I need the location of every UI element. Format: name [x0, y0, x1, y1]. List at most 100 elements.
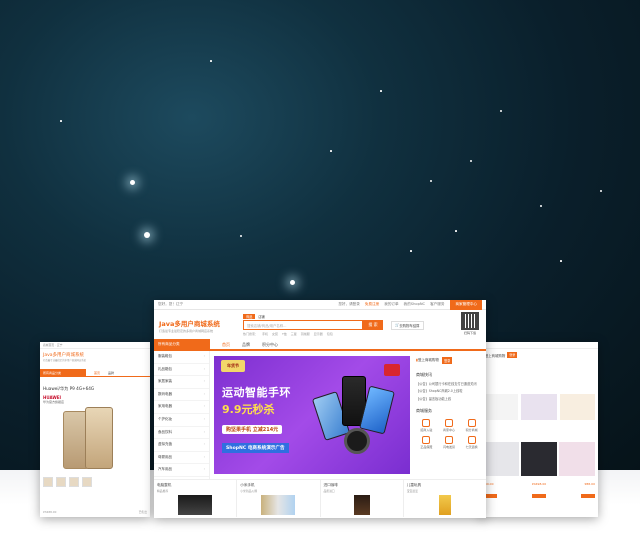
service-item[interactable]: 积分商城: [461, 418, 482, 432]
star: [130, 180, 135, 185]
search-input[interactable]: 搜索店铺/商品/用户名称...: [243, 320, 363, 330]
floor-subtitle: 小米新品火爆: [240, 489, 258, 493]
right-buy-buttons: [483, 494, 595, 498]
service-item[interactable]: 闪电发货: [439, 435, 460, 449]
left-logo[interactable]: Java多用户商城系统 打造最专业最稳定的多用户商城网店系统: [43, 352, 147, 362]
service-icon: [444, 435, 453, 444]
star: [240, 235, 242, 237]
search-tabs: 商品 店铺: [243, 314, 383, 319]
product-image[interactable]: [521, 442, 557, 476]
hero-stage: 商城首页 · 辽宁 Java多用户商城系统 打造最专业最稳定的多用户商城网店系统…: [0, 0, 640, 557]
phone-image: [261, 495, 296, 515]
site-logo[interactable]: Java多用户商城系统 打造最专业最稳定的多用户商城网店系统: [159, 318, 229, 333]
coffee-image: [353, 495, 370, 515]
left-nav-home[interactable]: 首页: [94, 371, 100, 375]
product-tile[interactable]: [483, 394, 519, 420]
buy-button[interactable]: [581, 494, 595, 498]
cart-label: 去购物车结算: [399, 323, 420, 328]
hot-word[interactable]: 显示器: [314, 332, 323, 336]
login-button[interactable]: 登录: [441, 356, 453, 364]
right-panel: ▮ 登上商城购物 登录 商城快讯 【公告】公司银行卡和在线支付已通道关闭 【公告…: [414, 351, 486, 479]
product-tile[interactable]: [521, 394, 557, 420]
my-shop-link[interactable]: 我的ShopNC: [404, 302, 425, 307]
login-promo-text: 登上商城购物: [417, 357, 439, 362]
service-item[interactable]: 商家中心: [439, 418, 460, 432]
thumbnail-strip: [43, 477, 147, 487]
floor-cell[interactable]: 进口咖啡 品质进口: [321, 480, 404, 517]
floor-title: 儿童玩具: [406, 483, 422, 487]
thumbnail[interactable]: [69, 477, 79, 487]
hot-word[interactable]: 包包: [327, 332, 333, 336]
category-item[interactable]: 数码电器: [154, 389, 209, 402]
category-item[interactable]: 食品饮料: [154, 427, 209, 440]
thumbnail[interactable]: [56, 477, 66, 487]
left-price: ¥3488.00: [43, 510, 57, 514]
promo-banner[interactable]: 年货节 运动智能手环 9.9元秒杀 购坚果手机 立减214元 ShopNC 电商…: [214, 356, 410, 474]
hot-word[interactable]: 手机: [262, 332, 268, 336]
nav-home[interactable]: 首页: [222, 342, 230, 348]
banner-offer: 购坚果手机 立减214元: [222, 425, 283, 434]
service-icon: [422, 435, 431, 444]
right-topbar: [480, 342, 598, 349]
category-item[interactable]: 个护化妆: [154, 414, 209, 427]
left-header: Java多用户商城系统 打造最专业最稳定的多用户商城网店系统: [40, 349, 150, 369]
star: [430, 180, 432, 182]
all-categories-button[interactable]: 所有商品分类: [154, 339, 210, 350]
login-link[interactable]: 您好，请登录: [338, 302, 360, 307]
news-item[interactable]: 【公告】ShopNC商城2.0上线啦: [416, 388, 482, 393]
nav-points[interactable]: 积分中心: [262, 342, 278, 348]
search-row: 搜索店铺/商品/用户名称... 搜 索: [243, 320, 383, 330]
category-item[interactable]: 虚拟充值: [154, 439, 209, 452]
star: [290, 280, 295, 285]
floor-cell[interactable]: 小米手机 小米新品火爆: [237, 480, 321, 517]
orders-link[interactable]: 我的订单: [384, 302, 398, 307]
seller-center-button[interactable]: 商家管理中心: [450, 300, 482, 310]
smart-band-image: [344, 428, 370, 454]
buy-button[interactable]: [532, 494, 546, 498]
floor-strip: 电脑整机 精品推荐 小米手机 小米新品火爆 进口咖啡 品质进口 儿童玩具 宝宝最…: [154, 479, 486, 517]
right-login-button[interactable]: 登录: [507, 352, 518, 358]
star: [500, 110, 502, 112]
service-item[interactable]: 招商入驻: [416, 418, 437, 432]
thumbnail[interactable]: [43, 477, 53, 487]
hot-word[interactable]: 女装: [272, 332, 278, 336]
product-tile[interactable]: [559, 394, 595, 420]
qr-label: 扫码下载: [463, 331, 476, 335]
star: [470, 160, 472, 162]
product-image[interactable]: [559, 442, 595, 476]
left-nav-category[interactable]: 所有商品分类: [40, 368, 86, 377]
category-item[interactable]: 服装鞋包: [154, 351, 209, 364]
service-link[interactable]: 客户服务: [430, 302, 444, 307]
nav-brand[interactable]: 品牌: [242, 342, 250, 348]
product-image[interactable]: [483, 442, 519, 476]
floor-subtitle: 精品推荐: [157, 489, 169, 493]
register-link[interactable]: 免费注册: [365, 302, 379, 307]
logo-subtitle: 打造最专业最稳定的多用户商城网店系统: [159, 328, 214, 333]
hot-word[interactable]: 三星: [291, 332, 297, 336]
service-label: 七天退换: [465, 444, 478, 449]
category-item[interactable]: 母婴用品: [154, 452, 209, 465]
logo-title: Java多用户商城系统: [159, 319, 220, 328]
category-item[interactable]: 家用电器: [154, 401, 209, 414]
hot-word[interactable]: T恤: [282, 332, 287, 336]
category-item[interactable]: 家居家装: [154, 376, 209, 389]
thumbnail[interactable]: [82, 477, 92, 487]
hot-word[interactable]: 羽绒服: [301, 332, 310, 336]
news-item[interactable]: 【公告】留言板功能上线: [416, 396, 482, 401]
news-item[interactable]: 【公告】公司银行卡和在线支付已通道关闭: [416, 381, 482, 386]
star: [144, 232, 150, 238]
left-nav-brand[interactable]: 品牌: [108, 371, 114, 375]
category-item[interactable]: 礼品箱包: [154, 364, 209, 377]
search-tab-goods[interactable]: 商品: [243, 314, 256, 319]
service-item[interactable]: 七天退换: [461, 435, 482, 449]
service-item[interactable]: 正品保障: [416, 435, 437, 449]
search-tab-store[interactable]: 店铺: [255, 314, 267, 319]
cart-button[interactable]: 🛒 去购物车结算: [391, 320, 424, 330]
floor-cell[interactable]: 电脑整机 精品推荐: [154, 480, 238, 517]
floor-cell[interactable]: 儿童玩具 宝宝最爱: [404, 480, 486, 517]
service-icon: [467, 418, 476, 427]
category-item[interactable]: 汽车用品: [154, 464, 209, 477]
banner-badge: 年货节: [221, 360, 245, 372]
search-button[interactable]: 搜 索: [363, 320, 383, 330]
star: [455, 230, 457, 232]
